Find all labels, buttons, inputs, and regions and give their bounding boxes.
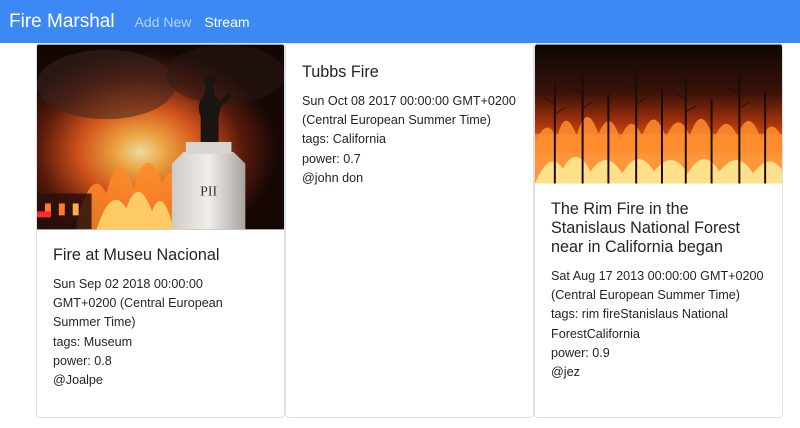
fire-card: Tubbs Fire Sun Oct 08 2017 00:00:00 GMT+… [285, 43, 534, 418]
card-power: power: 0.8 [53, 353, 112, 368]
card-image-museum-fire: PII [37, 44, 284, 230]
card-author: @jez [551, 365, 580, 380]
brand-link[interactable]: Fire Marshal [9, 11, 115, 33]
nav-link-stream[interactable]: Stream [204, 14, 249, 30]
card-date: Sun Sep 02 2018 00:00:00 GMT+0200 (Centr… [53, 277, 223, 330]
card-author: @Joalpe [53, 373, 103, 388]
card-date: Sat Aug 17 2013 00:00:00 GMT+0200 (Centr… [551, 269, 764, 303]
card-tags: tags: Museum [53, 334, 133, 349]
card-power: power: 0.9 [551, 345, 610, 360]
card-date: Sun Oct 08 2017 00:00:00 GMT+0200 (Centr… [302, 94, 516, 128]
card-title: Tubbs Fire [302, 63, 379, 81]
card-author: @john don [302, 170, 364, 185]
card-title: The Rim Fire in the Stanislaus National … [551, 200, 740, 256]
svg-text:PII: PII [200, 185, 217, 200]
card-title: Fire at Museu Nacional [53, 246, 220, 264]
fire-card: The Rim Fire in the Stanislaus National … [534, 43, 783, 418]
card-tags: tags: rim fireStanislaus National Forest… [551, 307, 729, 341]
fire-card: PII Fire at Museu Nacional Sun Sep 02 20… [36, 43, 285, 418]
nav-link-add-new[interactable]: Add New [135, 14, 192, 30]
card-tags: tags: California [302, 132, 386, 147]
navbar: Fire Marshal Add New Stream [0, 0, 800, 43]
card-power: power: 0.7 [302, 151, 361, 166]
card-image-forest-fire [535, 44, 782, 184]
